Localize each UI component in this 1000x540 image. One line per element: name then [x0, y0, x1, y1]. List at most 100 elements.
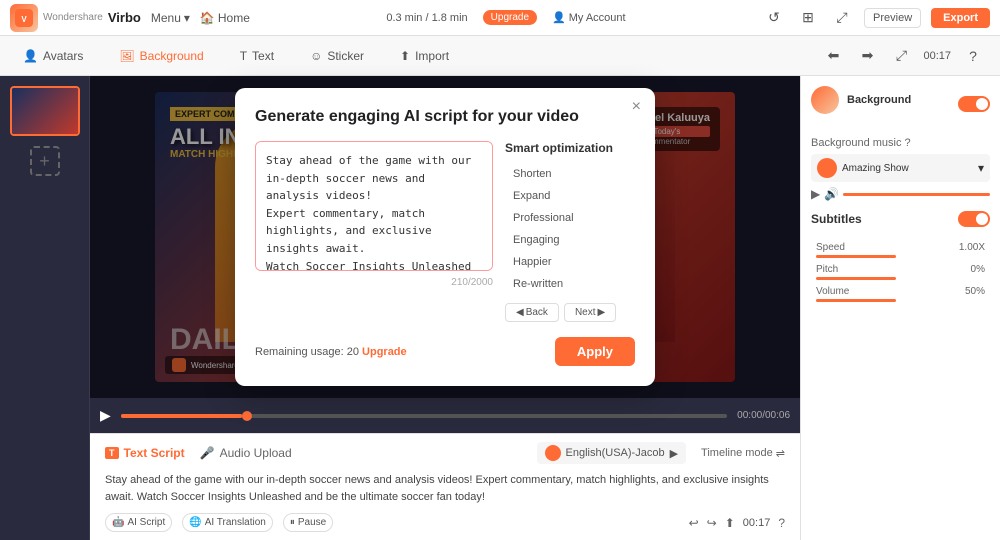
avatars-icon: 👤 [23, 49, 38, 63]
music-track: Amazing Show ▾ [811, 154, 990, 182]
timecode: 00:17 [923, 50, 951, 62]
help-icon[interactable]: ? [961, 44, 985, 68]
help-icon-bottom[interactable]: ? [778, 516, 785, 530]
apply-button[interactable]: Apply [555, 337, 635, 366]
background-icon: 🖼 [119, 49, 134, 63]
text-tool[interactable]: T Text [232, 44, 282, 68]
background-title: Background [847, 94, 911, 106]
char-count: 210/2000 [255, 277, 493, 288]
option-happier[interactable]: Happier [505, 251, 635, 273]
play-button[interactable]: ▶ [100, 407, 111, 424]
next-button[interactable]: Next ▶ [564, 303, 616, 322]
speed-controls: Speed 1.00X Pitch 0% Volume 50% [811, 242, 990, 302]
time-code-bottom: 00:17 [743, 517, 771, 529]
option-rewritten[interactable]: Re-written [505, 273, 635, 295]
translate-icon: 🌐 [189, 517, 201, 528]
redo-btn[interactable]: ↪ [707, 516, 717, 530]
subtitles-label: Subtitles [811, 212, 862, 226]
bottom-footer: 🤖 AI Script 🌐 AI Translation ⏸ Pause ↩ ↪ [105, 513, 785, 532]
thumbnail-1[interactable] [10, 86, 80, 136]
volume-section: Volume 50% [811, 286, 990, 302]
subtitles-toggle[interactable] [958, 211, 990, 227]
play-music-button[interactable]: ▶ [811, 187, 820, 201]
pitch-slider[interactable] [816, 277, 896, 280]
bottom-tools: 🤖 AI Script 🌐 AI Translation ⏸ Pause [105, 513, 333, 532]
playback-bar: ▶ 00:00/00:06 [90, 398, 800, 433]
home-button[interactable]: 🏠 Home [200, 11, 250, 25]
sticker-tool[interactable]: ☺ Sticker [302, 44, 372, 68]
pause-chip[interactable]: ⏸ Pause [283, 513, 333, 532]
right-tools: ⬅ ➡ ⤢ 00:17 ? [821, 44, 985, 68]
export-button[interactable]: Export [931, 8, 990, 28]
playback-time: 00:00/00:06 [737, 410, 790, 421]
preview-button[interactable]: Preview [864, 8, 921, 28]
modal-close-button[interactable]: × [632, 98, 641, 116]
undo-btn[interactable]: ↩ [689, 516, 699, 530]
app-logo-icon: V [10, 4, 38, 32]
refresh-icon[interactable]: ↺ [762, 6, 786, 30]
option-expand[interactable]: Expand [505, 185, 635, 207]
ai-script-chip[interactable]: 🤖 AI Script [105, 513, 172, 532]
script-text: Stay ahead of the game with our in-depth… [105, 472, 785, 505]
progress-dot [242, 411, 252, 421]
time-display: 0.3 min / 1.8 min [386, 12, 467, 24]
undo-icon[interactable]: ⬅ [821, 44, 845, 68]
back-button[interactable]: ◀ Back [505, 303, 559, 322]
canvas-wrapper: EXPERT COMMENTARY ALL IN (NENE! MATCH HI… [90, 76, 800, 398]
background-toggle[interactable] [958, 96, 990, 112]
right-panel: Background Background music ? Amazing Sh… [800, 76, 1000, 540]
text-icon: T [240, 49, 247, 63]
music-chevron: ▾ [978, 161, 984, 175]
canvas-section: EXPERT COMMENTARY ALL IN (NENE! MATCH HI… [90, 76, 800, 540]
add-slide-button[interactable]: + [30, 146, 60, 176]
option-shorten[interactable]: Shorten [505, 163, 635, 185]
text-script-tab[interactable]: T Text Script [105, 446, 185, 460]
music-album-art [817, 158, 837, 178]
ai-translation-chip[interactable]: 🌐 AI Translation [182, 513, 273, 532]
speed-slider[interactable] [816, 255, 896, 258]
voice-selector[interactable]: English(USA)-Jacob ▶ [537, 442, 687, 464]
zoom-icon[interactable]: ⤢ [889, 44, 913, 68]
audio-upload-tab[interactable]: 🎤 Audio Upload [200, 446, 292, 460]
upgrade-link[interactable]: Upgrade [362, 346, 407, 358]
music-label: Background music ? [811, 137, 990, 149]
option-engaging[interactable]: Engaging [505, 229, 635, 251]
bg-avatar-row: Background [811, 86, 911, 114]
script-textarea[interactable]: Stay ahead of the game with our in-depth… [255, 141, 493, 271]
app-name: Virbo [108, 10, 141, 25]
bottom-tabs: T Text Script 🎤 Audio Upload English(USA… [105, 442, 785, 464]
import-tool[interactable]: ⬆ Import [392, 44, 457, 68]
account-button[interactable]: 👤 My Account [552, 11, 626, 24]
text-script-icon: T [105, 447, 119, 459]
background-tool[interactable]: 🖼 Background [111, 44, 211, 68]
progress-bar[interactable] [121, 414, 727, 418]
expand-icon[interactable]: ⤢ [830, 6, 854, 30]
volume-slider-right[interactable] [816, 299, 896, 302]
secondary-toolbar: 👤 Avatars 🖼 Background T Text ☺ Sticker … [0, 36, 1000, 76]
music-controls: ▶ 🔊 [811, 187, 990, 201]
smart-nav: ◀ Back Next ▶ [505, 303, 635, 322]
speed-label-row: Speed 1.00X [816, 242, 985, 253]
speed-section: Speed 1.00X [811, 242, 990, 258]
main-area: + EXPERT COMMENTARY ALL IN (NENE! MATCH … [0, 76, 1000, 540]
modal-overlay: × Generate engaging AI script for your v… [90, 76, 800, 398]
volume-slider[interactable] [843, 193, 990, 196]
redo-icon[interactable]: ➡ [855, 44, 879, 68]
grid-icon[interactable]: ⊞ [796, 6, 820, 30]
subtitles-thumb [976, 213, 988, 225]
smart-optimization-panel: Smart optimization Shorten Expand Profes… [505, 141, 635, 322]
ai-script-icon: 🤖 [112, 517, 124, 528]
share-icon[interactable]: ⬆ [725, 516, 735, 530]
ai-script-modal: × Generate engaging AI script for your v… [235, 88, 655, 386]
upgrade-button[interactable]: Upgrade [483, 10, 537, 25]
modal-footer: Remaining usage: 20 Upgrade Apply [255, 337, 635, 366]
top-bar-center: 0.3 min / 1.8 min Upgrade 👤 My Account [386, 10, 625, 25]
option-professional[interactable]: Professional [505, 207, 635, 229]
toggle-thumb [976, 98, 988, 110]
menu-button[interactable]: Menu ▾ [151, 11, 190, 25]
sound-icon[interactable]: 🔊 [824, 187, 839, 201]
background-section: Background [811, 86, 990, 122]
music-help-icon: ? [905, 137, 911, 149]
avatars-tool[interactable]: 👤 Avatars [15, 44, 91, 68]
timeline-mode-button[interactable]: Timeline mode ⇌ [701, 447, 785, 460]
